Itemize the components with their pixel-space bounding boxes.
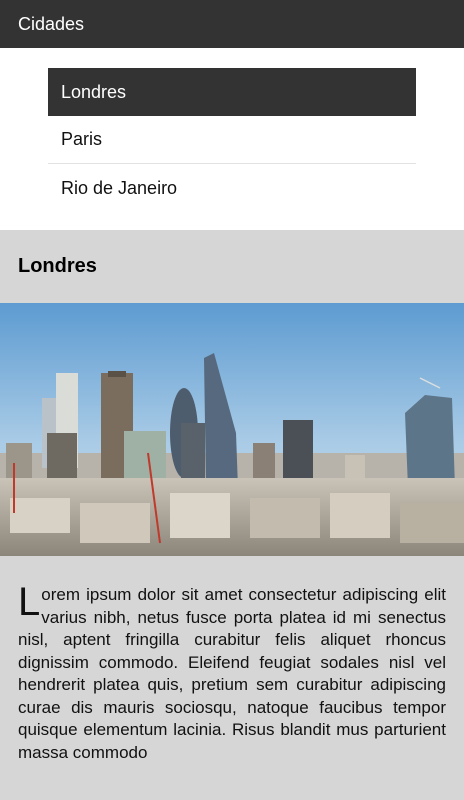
city-item-label: Paris	[61, 129, 103, 149]
drop-cap: L	[18, 580, 41, 624]
detail-title-text: Londres	[18, 255, 97, 277]
app-title: Cidades	[18, 13, 85, 34]
city-item-label: Londres	[61, 81, 127, 102]
city-item-rio[interactable]: Rio de Janeiro	[48, 164, 416, 212]
city-description: Lorem ipsum dolor sit amet consectetur a…	[0, 556, 464, 764]
city-detail: Londres L orem ipsum dolor sit amet cons…	[0, 230, 464, 800]
app-bar: Cidades	[0, 0, 464, 48]
city-item-paris[interactable]: Paris	[48, 116, 416, 164]
london-skyline-photo	[0, 303, 464, 556]
detail-title: Londres	[0, 230, 464, 303]
city-list: Londres Paris Rio de Janeiro	[0, 48, 464, 230]
city-item-label: Rio de Janeiro	[61, 177, 178, 198]
description-text: orem ipsum dolor sit amet consectetur ad…	[18, 585, 446, 762]
city-item-londres[interactable]: Londres	[48, 68, 416, 116]
